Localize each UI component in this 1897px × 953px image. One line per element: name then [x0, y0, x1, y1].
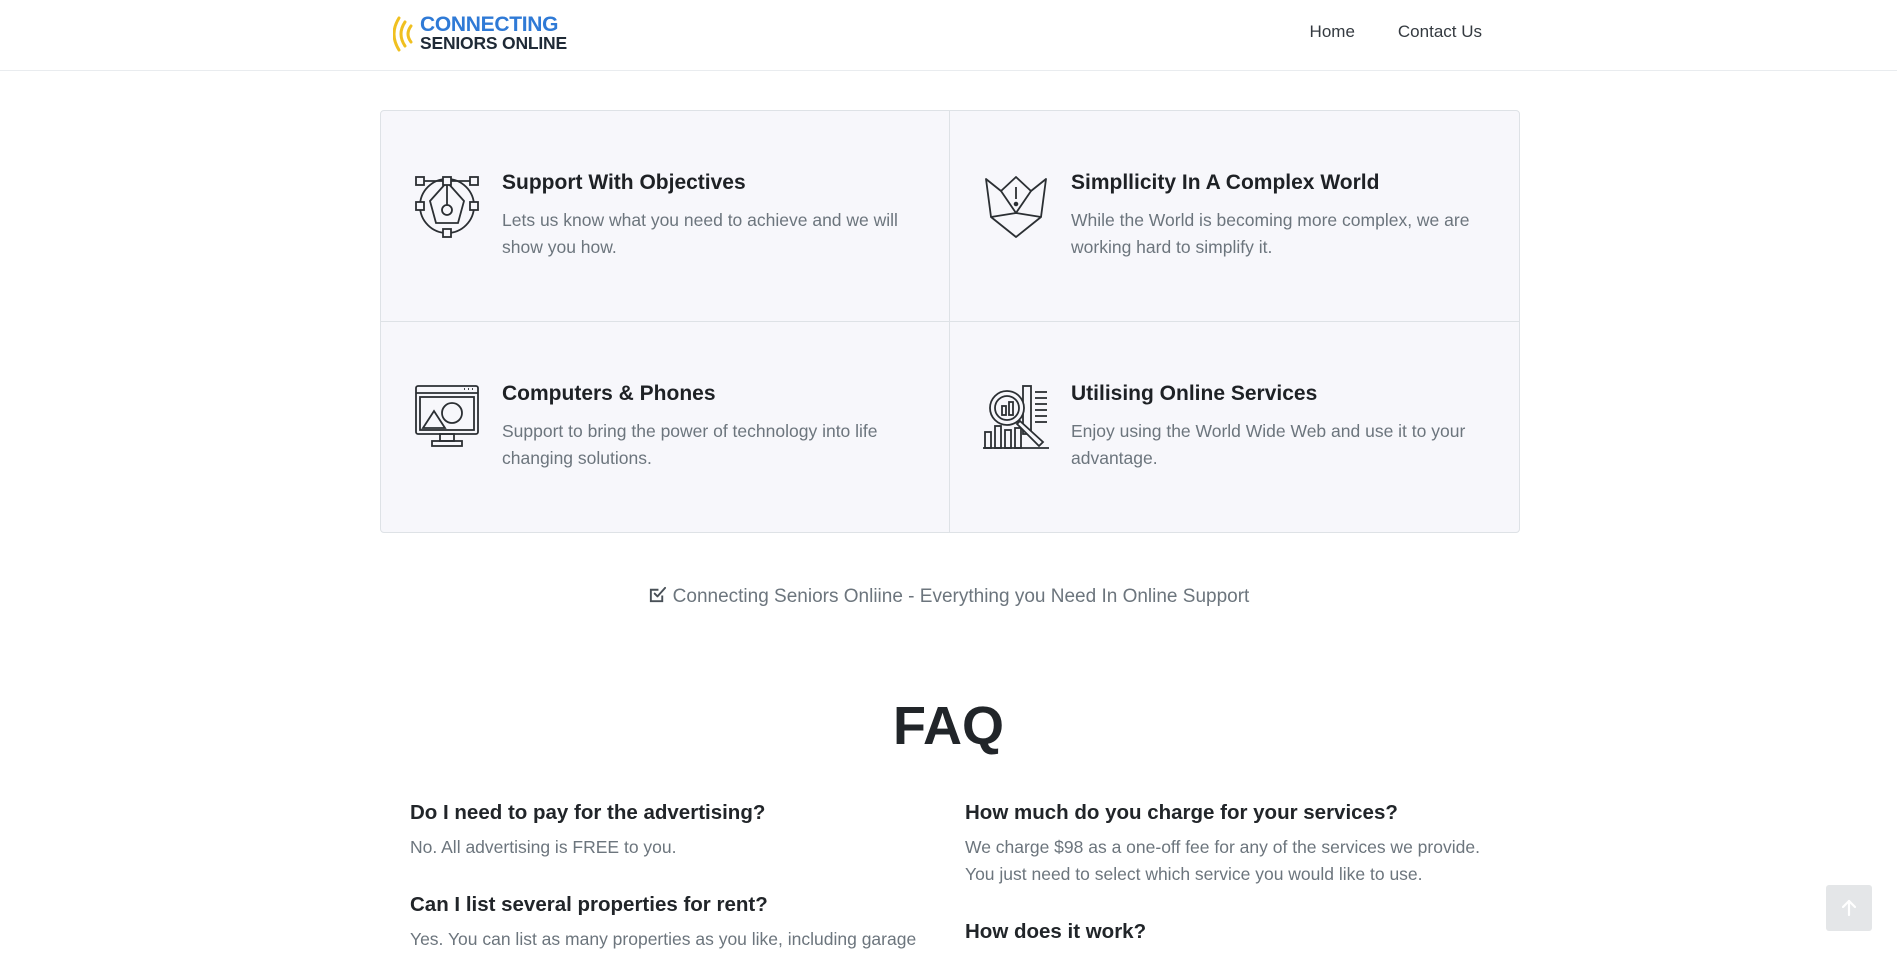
arrow-up-icon [1841, 899, 1857, 917]
feature-card: Computers & Phones Support to bring the … [381, 321, 950, 532]
tagline: Connecting Seniors Onliine - Everything … [0, 585, 1897, 608]
feature-card: Simpllicity In A Complex World While the… [950, 111, 1519, 322]
faq-heading: FAQ [892, 696, 1004, 756]
site-logo[interactable]: CONNECTING SENIORS ONLINE [393, 12, 573, 54]
faq-item: Can I list several properties for rent? … [410, 893, 930, 953]
faq-answer: Yes. You can list as many properties as … [410, 929, 917, 949]
logo-line-2: SENIORS ONLINE [420, 33, 567, 53]
faq-item: Do I need to pay for the advertising? No… [410, 801, 930, 861]
faq-answer: No. All advertising is FREE to you. [410, 837, 677, 857]
tagline-text: Connecting Seniors Onliine - Everything … [672, 586, 1250, 607]
main-nav: Home Contact Us [1310, 22, 1482, 42]
faq-question: Can I list several properties for rent? [410, 893, 768, 916]
nav-home-link[interactable]: Home [1310, 22, 1355, 42]
signal-waves-icon [393, 16, 413, 52]
feature-description: While the World is becoming more complex… [1071, 210, 1470, 257]
feature-description: Enjoy using the World Wide Web and use i… [1071, 420, 1466, 468]
computer-monitor-icon [415, 384, 479, 447]
feature-title: Support With Objectives [502, 171, 746, 194]
faq-question: How much do you charge for your services… [965, 801, 1398, 824]
faq-question: Do I need to pay for the advertising? [410, 801, 766, 824]
faq-question: How does it work? [965, 920, 1147, 943]
feature-title: Utilising Online Services [1071, 381, 1318, 405]
search-analytics-icon [983, 384, 1049, 449]
feature-description: Lets us know what you need to achieve an… [502, 210, 898, 257]
feature-card: Utilising Online Services Enjoy using th… [950, 322, 1519, 533]
site-header: CONNECTING SENIORS ONLINE Home Contact U… [0, 0, 1897, 71]
check-square-icon [649, 586, 666, 603]
feature-title: Simpllicity In A Complex World [1071, 171, 1380, 194]
faq-answer: We charge $98 as a one-off fee for any o… [965, 837, 1480, 884]
logo-line-1: CONNECTING [420, 13, 559, 36]
feature-card: Support With Objectives Lets us know wha… [381, 111, 950, 322]
features-grid: Support With Objectives Lets us know wha… [380, 110, 1520, 533]
nav-contact-link[interactable]: Contact Us [1398, 22, 1482, 42]
faq-item: How much do you charge for your services… [965, 801, 1505, 888]
feature-description: Support to bring the power of technology… [502, 420, 878, 468]
fox-logo-icon [985, 176, 1047, 238]
faq-item: How does it work? [965, 920, 1485, 944]
feature-title: Computers & Phones [502, 381, 716, 405]
pen-tool-icon [415, 176, 479, 238]
scroll-to-top-button[interactable] [1826, 885, 1872, 931]
